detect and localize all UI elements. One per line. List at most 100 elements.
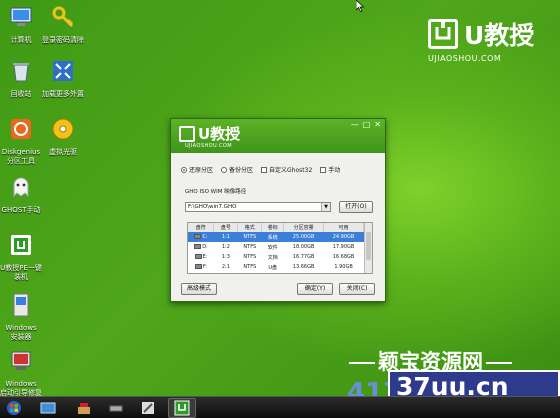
option-manual[interactable]: 手动 xyxy=(320,165,340,174)
radio-icon[interactable] xyxy=(181,166,187,173)
image-path-label: GHO ISO WIM 映像路径 xyxy=(185,189,247,195)
desktop-icon-ghost[interactable]: GHOST手动 xyxy=(0,174,52,215)
desktop-icon-label: 加载更多外置 xyxy=(42,90,84,98)
table-row[interactable]: C: 1:1 NTFS 系统 25.00GB 24.90GB xyxy=(188,232,364,242)
brand-mark-icon xyxy=(428,19,458,49)
watermark-dash xyxy=(486,362,512,364)
table-cell: 24.90GB xyxy=(323,232,364,242)
option-label: 自定义Ghost32 xyxy=(269,167,313,174)
desktop-icon-onekey[interactable]: U教授PE一键 装机 xyxy=(0,232,52,282)
desktop-taskbar-icon[interactable] xyxy=(40,400,56,416)
option-custom-ghost[interactable]: 自定义Ghost32 xyxy=(261,165,312,174)
taskbar xyxy=(0,396,560,418)
start-button-icon[interactable] xyxy=(6,400,22,416)
desktop-icon-label: GHOST手动 xyxy=(1,206,41,214)
desktop-icon-boot-repair[interactable]: Windows 启动引导修复 xyxy=(0,348,52,398)
cd-drive-icon xyxy=(52,118,74,140)
option-label: 手动 xyxy=(328,167,341,174)
table-cell: 1:1 xyxy=(213,232,238,242)
ok-button[interactable]: 确定(Y) xyxy=(297,283,333,295)
table-cell: NTFS xyxy=(237,232,262,242)
watermark-site-title: 颖宝资源网 xyxy=(346,346,560,374)
image-path-select[interactable]: F:\GHO\win7.GHO ▼ xyxy=(185,202,331,212)
brand-name: U教授 xyxy=(464,21,535,50)
table-row[interactable]: F: 2:1 NTFS U盘 13.66GB 1.90GB xyxy=(188,262,364,272)
ghost-icon xyxy=(13,177,29,198)
table-cell: 13.66GB xyxy=(292,264,315,270)
column-header: 盘符 xyxy=(188,223,215,232)
table-cell: 17.90GB xyxy=(332,244,355,250)
expand-arrows-icon xyxy=(53,61,73,81)
table-cell: 1:3 xyxy=(221,254,230,260)
mode-options: 还原分区 备份分区 自定义Ghost32 手动 xyxy=(181,165,340,174)
drive-icon xyxy=(194,244,202,249)
drive-icon xyxy=(194,254,202,259)
table-cell: 软件 xyxy=(267,244,278,251)
minimize-button[interactable]: — xyxy=(351,121,359,129)
cell-text: E: xyxy=(202,254,208,260)
table-scrollbar[interactable] xyxy=(364,223,372,273)
table-cell: 2:1 xyxy=(221,264,230,270)
tools-taskbar-icon[interactable] xyxy=(140,400,156,416)
option-restore[interactable]: 还原分区 xyxy=(181,165,213,174)
table-cell: 16.77GB xyxy=(292,254,315,260)
cell-text: C: xyxy=(202,234,208,240)
desktop-icon-load-external[interactable]: 加载更多外置 xyxy=(32,58,94,99)
diskgenius-icon xyxy=(11,119,31,139)
dialog-logo: U教授 xyxy=(179,123,240,144)
drive-cell: F: xyxy=(188,262,214,272)
table-cell: 18.00GB xyxy=(292,244,315,250)
table-cell: U盘 xyxy=(268,264,278,271)
mouse-cursor-icon xyxy=(356,0,364,12)
desktop-icon-label: U教授PE一键 装机 xyxy=(0,264,42,281)
dialog-logo-name: U教授 xyxy=(198,125,241,143)
desktop-icon-windows-installer[interactable]: Windows 安装器 xyxy=(0,292,52,342)
dialog-logo-mark-icon xyxy=(179,125,195,142)
table-cell: NTFS xyxy=(243,264,257,270)
column-header: 格式 xyxy=(237,223,263,232)
window-controls: — □ ✕ xyxy=(351,121,381,129)
column-header: 分区容量 xyxy=(283,223,325,232)
partition-table: 盘符 盘号 格式 卷标 分区容量 可用 C: 1:1 NTFS 系统 25.00… xyxy=(187,222,373,274)
column-header: 盘号 xyxy=(213,223,239,232)
brand-logo: U教授 UJIAOSHOU.COM xyxy=(428,16,548,63)
image-path-value: F:\GHO\win7.GHO xyxy=(188,204,237,210)
column-header: 可用 xyxy=(323,223,364,232)
table-cell: 16.68GB xyxy=(332,254,355,260)
column-header: 卷标 xyxy=(261,223,285,232)
checkbox-icon[interactable] xyxy=(320,166,327,173)
computer-icon xyxy=(10,7,32,26)
radio-icon[interactable] xyxy=(221,166,228,173)
option-label: 还原分区 xyxy=(189,167,214,174)
table-row[interactable]: D: 1:2 NTFS 软件 18.00GB 17.90GB xyxy=(188,242,364,252)
table-cell: NTFS xyxy=(243,244,257,250)
desktop-icon-virtual-drive[interactable]: 虚拟光驱 xyxy=(32,116,94,157)
boot-repair-icon xyxy=(11,351,31,370)
close-window-button[interactable]: ✕ xyxy=(374,121,381,129)
cell-text: D: xyxy=(202,244,208,250)
advanced-mode-button[interactable]: 高级模式 xyxy=(181,283,217,295)
open-button[interactable]: 打开(O) xyxy=(339,201,373,213)
maximize-button[interactable]: □ xyxy=(363,121,371,129)
option-backup[interactable]: 备份分区 xyxy=(221,165,253,174)
ujiaoshou-taskbar-icon xyxy=(174,400,190,416)
desktop-icon-password-clear[interactable]: 登录密码清除 xyxy=(32,4,94,45)
close-button[interactable]: 关闭(C) xyxy=(339,283,375,295)
chevron-down-icon[interactable]: ▼ xyxy=(321,203,330,211)
dialog-logo-domain: UJIAOSHOU.COM xyxy=(185,143,232,149)
option-label: 备份分区 xyxy=(229,167,254,174)
table-cell: 1.90GB xyxy=(334,264,353,270)
table-row[interactable]: E: 1:3 NTFS 文档 16.77GB 16.68GB xyxy=(188,252,364,262)
toolbox-taskbar-icon[interactable] xyxy=(76,400,92,416)
brand-domain: UJIAOSHOU.COM xyxy=(428,54,502,63)
active-task-ujiaoshou[interactable] xyxy=(168,398,196,418)
desktop-icon-label: 登录密码清除 xyxy=(42,36,84,44)
recycle-bin-icon xyxy=(13,63,29,82)
drive-cell: E: xyxy=(188,252,214,262)
checkbox-icon[interactable] xyxy=(261,166,268,173)
install-dialog: U教授 UJIAOSHOU.COM — □ ✕ 还原分区 备份分区 自定义Gho… xyxy=(170,118,386,302)
desktop-icon-label: Windows 安装器 xyxy=(5,324,37,341)
drive-cell: C: xyxy=(188,232,214,242)
drive-taskbar-icon[interactable] xyxy=(108,400,124,416)
table-cell: NTFS xyxy=(243,254,257,260)
